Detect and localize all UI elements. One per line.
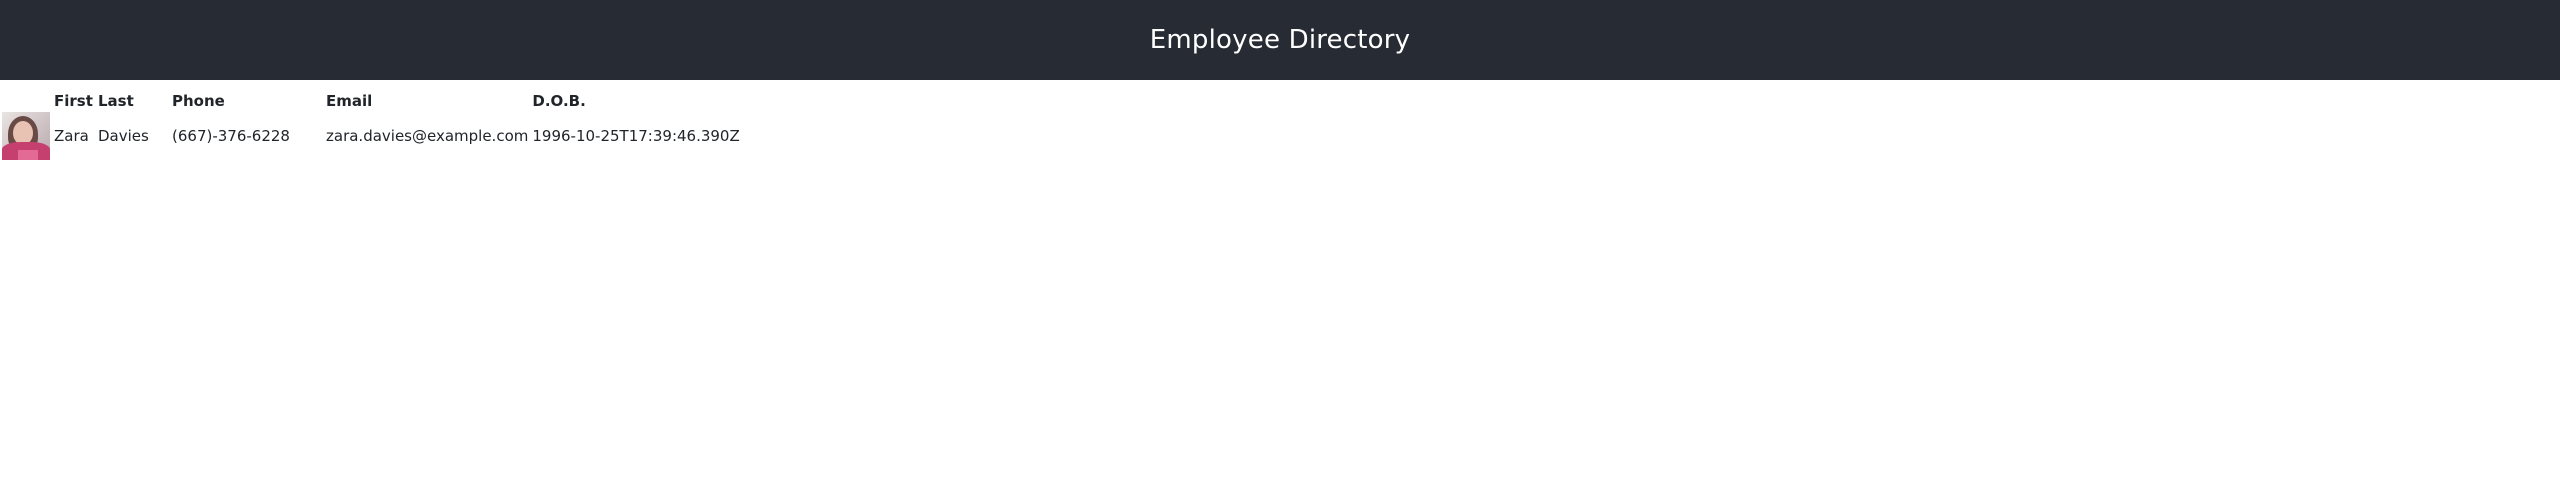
table-body: Zara Davies (667)-376-6228 zara.davies@e… <box>0 110 742 162</box>
header-phone[interactable]: Phone <box>170 80 324 110</box>
cell-last: Davies <box>98 127 149 145</box>
avatar-shirt-detail <box>18 150 38 160</box>
page-title: Employee Directory <box>1149 25 1411 55</box>
employee-table: First Last Phone Email D.O.B. Zara Davie… <box>0 80 742 162</box>
cell-first: Zara <box>54 127 89 145</box>
table-row: Zara Davies (667)-376-6228 zara.davies@e… <box>0 110 742 162</box>
header-dob[interactable]: D.O.B. <box>530 80 741 110</box>
navbar: Employee Directory <box>0 0 2560 80</box>
avatar-cell <box>0 110 52 162</box>
header-email[interactable]: Email <box>324 80 530 110</box>
cell-dob: 1996-10-25T17:39:46.390Z <box>532 127 740 145</box>
header-image <box>0 80 52 110</box>
header-row: First Last Phone Email D.O.B. <box>0 80 742 110</box>
cell-phone: (667)-376-6228 <box>172 127 290 145</box>
header-last[interactable]: Last <box>96 80 170 110</box>
avatar <box>2 112 50 160</box>
table-header: First Last Phone Email D.O.B. <box>0 80 742 110</box>
cell-email: zara.davies@example.com <box>326 127 529 145</box>
header-first[interactable]: First <box>52 80 96 110</box>
